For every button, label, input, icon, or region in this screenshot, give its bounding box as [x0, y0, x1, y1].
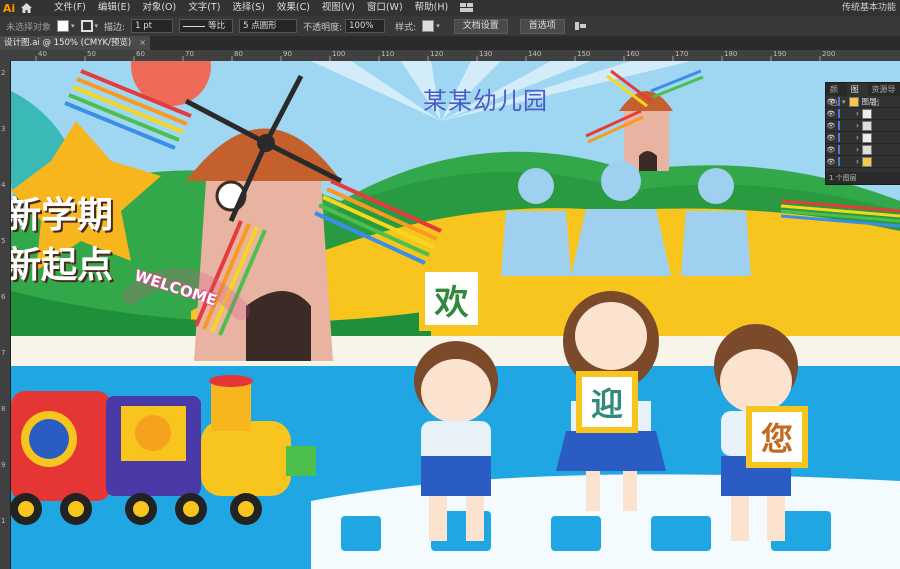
ruler-label: 1 — [1, 517, 6, 525]
arrange-icon[interactable] — [574, 21, 587, 31]
artboard-canvas[interactable]: 某某幼儿园 新学期 新起点 WELCOME 欢 迎 您 — [11, 61, 900, 569]
ruler-label: 60 — [136, 50, 145, 58]
ruler-label: 5 — [1, 237, 6, 245]
ruler-label: 170 — [675, 50, 689, 58]
eye-icon[interactable]: 👁 — [826, 158, 836, 166]
ruler-label: 200 — [822, 50, 836, 58]
menu-window[interactable]: 窗口(W) — [361, 0, 409, 16]
stroke-profile-select[interactable]: 等比 — [179, 19, 234, 33]
ruler-label: 100 — [332, 50, 346, 58]
document-tabbar: 设计图.ai @ 150% (CMYK/预览) × — [0, 36, 900, 50]
menu-file[interactable]: 文件(F) — [48, 0, 92, 16]
ruler-label: 50 — [87, 50, 96, 58]
sign-text-huan: 欢 — [434, 283, 469, 323]
ruler-label: 2 — [1, 69, 6, 77]
ruler-label: 4 — [1, 181, 6, 189]
workspace-switcher[interactable]: 传统基本功能 — [842, 0, 896, 16]
ruler-label: 80 — [234, 50, 243, 58]
arrange-documents-icon[interactable] — [460, 3, 474, 13]
sublayer-row[interactable]: 👁 › — [826, 120, 900, 132]
opacity-field[interactable]: 100% — [345, 19, 386, 33]
chevron-down-icon[interactable]: ▾ — [842, 98, 846, 106]
chevron-right-icon[interactable]: › — [856, 157, 859, 166]
preferences-button[interactable]: 首选项 — [519, 18, 565, 34]
ruler-label: 110 — [381, 50, 395, 58]
sublayer-row[interactable]: 👁 › — [826, 156, 900, 168]
chevron-right-icon[interactable]: › — [856, 145, 859, 154]
layers-count: 1 个图层 — [826, 172, 900, 184]
style-label: 样式: — [395, 22, 417, 33]
menu-bar: Ai 文件(F) 编辑(E) 对象(O) 文字(T) 选择(S) 效果(C) 视… — [0, 0, 900, 16]
eye-icon[interactable]: 👁 — [826, 98, 836, 106]
tab-color[interactable]: 颜色 — [826, 83, 847, 107]
ruler-label: 70 — [185, 50, 194, 58]
chevron-right-icon[interactable]: › — [856, 109, 859, 118]
sublayer-row[interactable]: 👁 › — [826, 132, 900, 144]
menu-object[interactable]: 对象(O) — [136, 0, 182, 16]
ruler-label: 3 — [1, 125, 6, 133]
ruler-label: 150 — [577, 50, 591, 58]
menu-effect[interactable]: 效果(C) — [271, 0, 316, 16]
eye-icon[interactable]: 👁 — [826, 134, 836, 142]
stroke-label[interactable]: 描边: — [104, 20, 125, 33]
ruler-label: 190 — [773, 50, 787, 58]
stroke-width-field[interactable]: 1 pt — [131, 19, 174, 33]
tab-layers[interactable]: 图层 — [846, 83, 868, 107]
ruler-label: 90 — [283, 50, 292, 58]
menu-view[interactable]: 视图(V) — [316, 0, 361, 16]
selection-state: 未选择对象 — [6, 22, 52, 33]
document-tab[interactable]: 设计图.ai @ 150% (CMYK/预览) × — [0, 36, 150, 50]
menu-select[interactable]: 选择(S) — [226, 0, 270, 16]
ruler-label: 9 — [1, 461, 6, 469]
slogan-line-2: 新起点 — [11, 245, 114, 286]
brush-select[interactable]: 5 点圆形 — [239, 19, 298, 33]
chevron-right-icon[interactable]: › — [856, 121, 859, 130]
ruler-label: 40 — [38, 50, 47, 58]
eye-icon[interactable]: 👁 — [826, 122, 836, 130]
ruler-corner[interactable] — [0, 50, 10, 61]
ruler-label: 180 — [724, 50, 738, 58]
ruler-label: 160 — [626, 50, 640, 58]
chevron-right-icon[interactable]: › — [856, 133, 859, 142]
menu-help[interactable]: 帮助(H) — [409, 0, 455, 16]
menu-edit[interactable]: 编辑(E) — [92, 0, 136, 16]
stroke-swatch[interactable]: ▾ — [80, 20, 98, 32]
ruler-label: 140 — [528, 50, 542, 58]
layer-name[interactable]: 图层 — [862, 96, 877, 107]
menu-type[interactable]: 文字(T) — [182, 0, 226, 16]
ruler-label: 120 — [430, 50, 444, 58]
sign-text-ying: 迎 — [590, 385, 623, 423]
sign-text-nin: 您 — [760, 420, 793, 458]
eye-icon[interactable]: 👁 — [826, 146, 836, 154]
layers-panel: 颜色 图层 资源导出 👁 ▾ 图层 👁› 👁› 👁› 👁› 👁› 1 个图层 — [825, 82, 900, 185]
ruler-label: 6 — [1, 293, 6, 301]
opacity-label: 不透明度: — [303, 22, 343, 33]
layer-thumbnail — [848, 96, 859, 107]
style-swatch[interactable]: ▾ — [422, 20, 440, 32]
document-tab-title: 设计图.ai @ 150% (CMYK/预览) — [4, 38, 132, 48]
app-logo: Ai — [2, 1, 16, 15]
slogan-line-1: 新学期 — [11, 195, 114, 236]
ruler-label: 130 — [479, 50, 493, 58]
tab-asset-export[interactable]: 资源导出 — [868, 83, 900, 107]
control-bar: 未选择对象 ▾ ▾ 描边: 1 pt 等比 5 点圆形 不透明度: 100% 样… — [0, 16, 900, 36]
school-name-text: 某某幼儿园 — [423, 87, 548, 115]
vertical-ruler[interactable]: 2 3 4 5 6 7 8 9 1 — [0, 61, 11, 569]
eye-icon[interactable]: 👁 — [826, 110, 836, 118]
ruler-label: 8 — [1, 405, 6, 413]
layers-panel-tabs: 颜色 图层 资源导出 — [826, 83, 900, 107]
home-icon[interactable] — [18, 0, 34, 16]
document-setup-button[interactable]: 文档设置 — [453, 18, 508, 34]
sublayer-row[interactable]: 👁 › — [826, 144, 900, 156]
sublayer-row[interactable]: 👁 › — [826, 108, 900, 120]
close-icon[interactable]: × — [139, 36, 146, 50]
fill-swatch[interactable]: ▾ — [57, 20, 75, 32]
ruler-label: 7 — [1, 349, 6, 357]
